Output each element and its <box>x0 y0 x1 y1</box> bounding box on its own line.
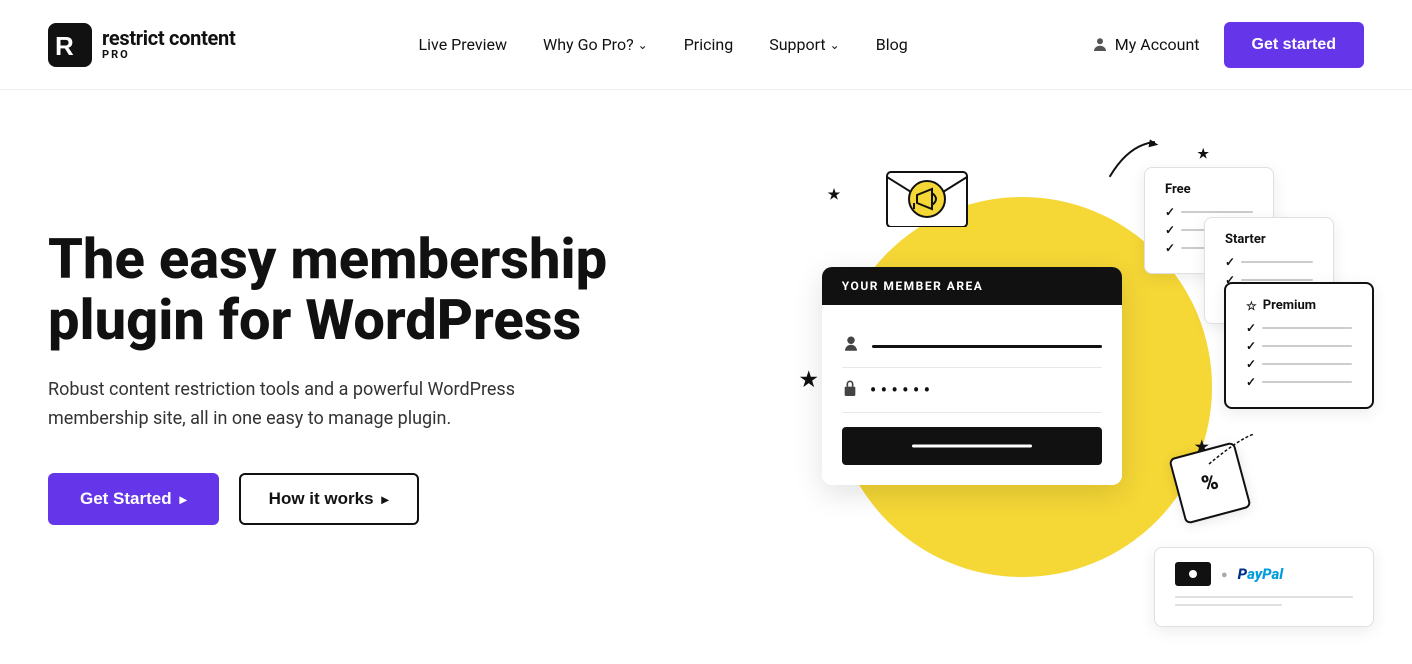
payment-card: ● P ayPal <box>1154 547 1374 627</box>
nav-right: My Account Get started <box>1091 22 1364 68</box>
pricing-card-premium: ☆ Premium ✓ ✓ ✓ ✓ <box>1224 282 1374 409</box>
star-icon: ☆ <box>1246 299 1257 313</box>
hero-right: ★ ★ ★ ★ <box>772 137 1364 657</box>
password-dots: •••••• <box>870 378 935 402</box>
hero-get-started-button[interactable]: Get Started ▸ <box>48 473 219 525</box>
star-decoration-1: ★ <box>800 367 818 391</box>
arrow-right-icon-2: ▸ <box>382 491 389 508</box>
username-field <box>842 325 1102 368</box>
logo-text: restrict content PRO <box>102 27 235 61</box>
paypal-rest: ayPal <box>1247 565 1283 583</box>
logo-svg: R <box>48 23 92 67</box>
premium-row-1: ✓ <box>1246 321 1352 335</box>
pricing-line-p2 <box>1262 345 1352 347</box>
password-field: •••••• <box>842 368 1102 413</box>
payment-icons: ● P ayPal <box>1175 562 1353 586</box>
check-icon-p1: ✓ <box>1246 321 1256 335</box>
check-icon-2: ✓ <box>1165 223 1175 237</box>
paypal-p: P <box>1238 565 1247 583</box>
nav-support[interactable]: Support ⌄ <box>769 35 840 54</box>
lock-icon <box>842 379 858 401</box>
check-icon-p4: ✓ <box>1246 375 1256 389</box>
pricing-line-p3 <box>1262 363 1352 365</box>
nav-live-preview[interactable]: Live Preview <box>419 35 508 54</box>
chevron-down-icon: ⌄ <box>638 38 648 52</box>
pricing-line-s1 <box>1241 261 1313 263</box>
percent-icon: % <box>1199 469 1221 497</box>
free-card-title: Free <box>1165 182 1253 197</box>
member-login-button <box>842 427 1102 465</box>
logo-pro-badge: PRO <box>102 49 235 61</box>
nav-blog[interactable]: Blog <box>876 35 908 54</box>
arrow-right-icon: ▸ <box>180 491 187 508</box>
member-area-card: YOUR MEMBER AREA •••••• <box>822 267 1122 485</box>
hero-title: The easy membership plugin for WordPress <box>48 229 688 352</box>
check-icon-p3: ✓ <box>1246 357 1256 371</box>
starter-row-1: ✓ <box>1225 255 1313 269</box>
pricing-line-p1 <box>1262 327 1352 329</box>
premium-row-4: ✓ <box>1246 375 1352 389</box>
paypal-logo: P ayPal <box>1238 565 1284 583</box>
envelope-illustration <box>882 157 972 227</box>
hero-subtitle: Robust content restriction tools and a p… <box>48 376 568 434</box>
chevron-down-icon-support: ⌄ <box>830 38 840 52</box>
button-line <box>912 445 1032 448</box>
brand-logo[interactable]: R restrict content PRO <box>48 23 235 67</box>
starter-card-title: Starter <box>1225 232 1313 247</box>
nav-why-go-pro[interactable]: Why Go Pro? ⌄ <box>543 35 648 54</box>
nav-get-started-button[interactable]: Get started <box>1224 22 1364 68</box>
coupon-tag: % <box>1176 449 1244 517</box>
premium-card-title: ☆ Premium <box>1246 298 1352 313</box>
member-card-body: •••••• <box>822 305 1122 485</box>
hero-illustration: ★ ★ ★ ★ <box>772 137 1364 657</box>
hero-section: The easy membership plugin for WordPress… <box>0 90 1412 664</box>
premium-row-2: ✓ <box>1246 339 1352 353</box>
card-dot <box>1189 570 1197 578</box>
username-line <box>872 345 1102 348</box>
user-icon <box>1091 36 1109 54</box>
logo-brand-name: restrict content <box>102 27 235 49</box>
check-icon-3: ✓ <box>1165 241 1175 255</box>
check-icon-s1: ✓ <box>1225 255 1235 269</box>
hero-how-it-works-button[interactable]: How it works ▸ <box>239 473 419 525</box>
coupon-lines <box>1199 429 1259 469</box>
pricing-line <box>1181 211 1253 213</box>
hero-left: The easy membership plugin for WordPress… <box>48 229 772 566</box>
premium-row-3: ✓ <box>1246 357 1352 371</box>
svg-text:R: R <box>55 31 74 61</box>
payment-separator: ● <box>1221 568 1228 581</box>
pricing-line-s2 <box>1241 279 1313 281</box>
nav-center: Live Preview Why Go Pro? ⌄ Pricing Suppo… <box>419 35 908 54</box>
pricing-line-p4 <box>1262 381 1352 383</box>
payment-line-2 <box>1175 604 1282 606</box>
credit-card-icon <box>1175 562 1211 586</box>
check-icon: ✓ <box>1165 205 1175 219</box>
star-decoration-3: ★ <box>1197 147 1209 162</box>
member-area-header: YOUR MEMBER AREA <box>822 267 1122 305</box>
navbar: R restrict content PRO Live Preview Why … <box>0 0 1412 90</box>
payment-line-1 <box>1175 596 1353 598</box>
check-icon-p2: ✓ <box>1246 339 1256 353</box>
my-account-link[interactable]: My Account <box>1091 35 1200 54</box>
star-decoration-2: ★ <box>828 187 841 203</box>
user-field-icon <box>842 335 860 357</box>
nav-pricing[interactable]: Pricing <box>684 35 734 54</box>
hero-buttons: Get Started ▸ How it works ▸ <box>48 473 732 525</box>
